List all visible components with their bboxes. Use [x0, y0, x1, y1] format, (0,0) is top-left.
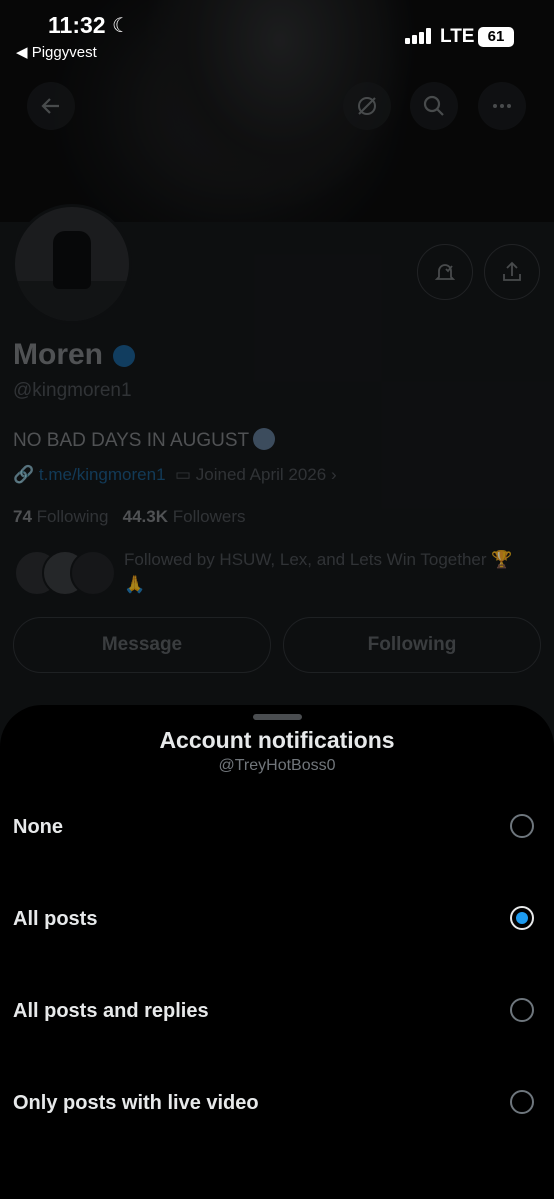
profile-handle: @kingmoren1 [13, 380, 132, 401]
verified-badge-icon [113, 345, 135, 367]
share-icon [503, 261, 521, 281]
notifications-button[interactable] [417, 244, 473, 300]
sheet-grabber[interactable] [253, 714, 302, 720]
link-icon: 🔗 [13, 465, 35, 484]
arrow-left-icon [41, 98, 59, 114]
profile-meta: 🔗 t.me/kingmoren1 ▭ Joined April 2026 › [13, 465, 337, 485]
back-button[interactable] [27, 82, 75, 130]
bio-text: NO BAD DAYS IN AUGUST [13, 430, 250, 451]
radio-button[interactable] [510, 814, 534, 838]
radio-button-selected[interactable] [510, 906, 534, 930]
screen: 11:32 ☾ ◀ Piggyvest LTE 61 Moren @kingmo… [0, 0, 554, 1199]
message-button[interactable]: Message [13, 617, 271, 673]
option-none[interactable]: None [0, 782, 554, 874]
share-button[interactable] [484, 244, 540, 300]
signal-icon [405, 28, 433, 44]
profile-name: Moren [13, 338, 103, 371]
account-notifications-sheet: Account notifications @TreyHotBoss0 None… [0, 705, 554, 1199]
following-label[interactable]: Following [37, 507, 109, 526]
follow-stats: 74 Following 44.3K Followers [13, 507, 246, 527]
battery-icon: 61 [478, 27, 514, 47]
status-bar: 11:32 ☾ ◀ Piggyvest LTE 61 [0, 0, 554, 70]
cold-face-emoji-icon [253, 428, 276, 450]
sheet-subtitle: @TreyHotBoss0 [218, 757, 336, 774]
back-to-app-link[interactable]: ◀ Piggyvest [16, 43, 97, 61]
followed-by-text[interactable]: Followed by HSUW, Lex, and Lets Win Toge… [124, 547, 529, 597]
joined-date: Joined April 2026 [195, 465, 327, 484]
option-live-video[interactable]: Only posts with live video [0, 1058, 554, 1150]
following-button[interactable]: Following [283, 617, 541, 673]
option-label: Only posts with live video [13, 1092, 259, 1114]
network-type: LTE [440, 26, 475, 47]
option-label: All posts [13, 908, 98, 930]
option-all-posts[interactable]: All posts [0, 874, 554, 966]
profile-link[interactable]: t.me/kingmoren1 [39, 465, 166, 484]
search-button[interactable] [410, 82, 458, 130]
radio-button[interactable] [510, 1090, 534, 1114]
grok-button[interactable] [343, 82, 391, 130]
option-all-posts-and-replies[interactable]: All posts and replies [0, 966, 554, 1058]
moon-icon: ☾ [112, 15, 130, 37]
following-count[interactable]: 74 [13, 507, 32, 526]
grok-icon [358, 97, 376, 115]
search-icon [423, 95, 444, 116]
option-label: All posts and replies [13, 1000, 209, 1022]
sheet-title: Account notifications [159, 727, 395, 753]
option-label: None [13, 816, 63, 838]
more-icon [493, 104, 511, 108]
chevron-right-icon[interactable]: › [331, 465, 337, 484]
radio-button[interactable] [510, 998, 534, 1022]
followers-label[interactable]: Followers [173, 507, 246, 526]
calendar-icon: ▭ [174, 465, 192, 484]
profile-bio: NO BAD DAYS IN AUGUST [13, 428, 276, 452]
status-time: 11:32 [48, 12, 106, 38]
more-button[interactable] [478, 82, 526, 130]
bell-check-icon [434, 264, 456, 280]
mutual-followers-avatars[interactable] [14, 550, 116, 596]
followers-count[interactable]: 44.3K [123, 507, 168, 526]
avatar[interactable] [12, 204, 132, 324]
